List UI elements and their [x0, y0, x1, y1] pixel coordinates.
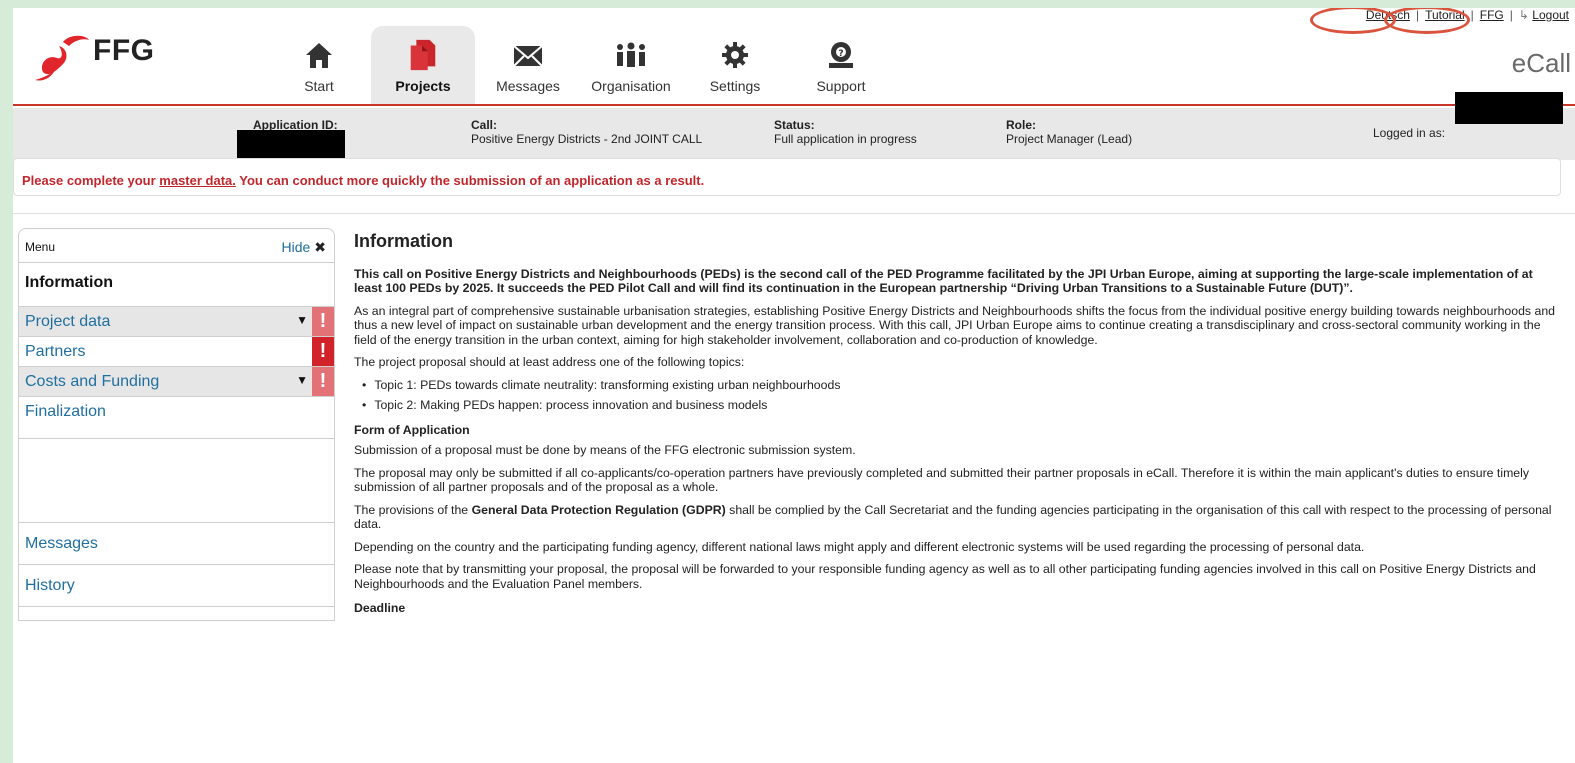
page-title: Information [354, 231, 453, 251]
nav-settings[interactable]: Settings [697, 26, 773, 104]
logo-text: FFG [93, 34, 155, 67]
sidebar-item-label: Messages [25, 535, 98, 552]
sidebar-item-information[interactable]: Information [19, 263, 334, 307]
nav-messages[interactable]: Messages [485, 26, 571, 104]
nav-messages-label: Messages [496, 78, 560, 94]
hide-label: Hide [281, 239, 311, 255]
page: FFG Start Projects Messages Organisation… [13, 8, 1575, 763]
separator: | [1470, 8, 1474, 22]
nav-support[interactable]: ? Support [801, 26, 881, 104]
hide-menu-button[interactable]: Hide ✖ [281, 239, 326, 256]
paragraph: Depending on the country and the partici… [354, 539, 1365, 554]
nav-start-label: Start [304, 78, 334, 94]
divider [13, 213, 1575, 214]
text: The provisions of the [354, 502, 472, 517]
sidebar-header: Menu Hide ✖ [19, 229, 334, 263]
svg-text:?: ? [838, 49, 843, 59]
section-heading-form: Form of Application [354, 422, 470, 437]
list-item: Topic 1: PEDs towards climate neutrality… [362, 378, 1564, 393]
projects-icon [410, 39, 436, 71]
support-icon: ? [829, 42, 853, 68]
status-value: Full application in progress [774, 132, 917, 146]
envelope-icon [513, 45, 543, 67]
paragraph: Please note that by transmitting your pr… [354, 562, 1536, 591]
nav-projects-label: Projects [395, 78, 451, 94]
call-label: Call: [471, 118, 498, 132]
gear-icon [722, 42, 748, 68]
header: FFG Start Projects Messages Organisation… [13, 8, 1575, 106]
redacted-username [1455, 92, 1563, 124]
caret-down-icon[interactable]: ▼ [296, 313, 308, 327]
sidebar-item-label: Finalization [25, 403, 106, 420]
home-icon [306, 43, 332, 68]
section-heading-deadline: Deadline [354, 601, 406, 615]
lead-paragraph: This call on Positive Energy Districts a… [354, 266, 1533, 296]
warning-icon: ! [312, 307, 334, 336]
redacted-application-id [237, 130, 345, 160]
alert-prefix: Please complete your [22, 173, 160, 188]
warning-icon: ! [312, 337, 334, 366]
application-info-bar: Application ID: Call: Positive Energy Di… [13, 92, 1575, 160]
call-value: Positive Energy Districts - 2nd JOINT CA… [471, 132, 703, 146]
paragraph: As an integral part of comprehensive sus… [354, 303, 1556, 347]
paragraph: The project proposal should at least add… [354, 355, 745, 369]
warning-icon: ! [312, 367, 334, 396]
caret-down-icon[interactable]: ▼ [296, 373, 308, 387]
sidebar-item-costs-and-funding[interactable]: Costs and Funding ▼ ! [19, 367, 334, 397]
ffg-link[interactable]: FFG [1480, 8, 1504, 22]
sidebar-item-project-data[interactable]: Project data ▼ ! [19, 307, 334, 337]
nav-support-label: Support [816, 78, 866, 94]
sidebar-item-messages[interactable]: Messages [19, 523, 334, 565]
nav-projects[interactable]: Projects [371, 26, 475, 104]
logged-in-label: Logged in as: [1373, 126, 1446, 140]
sidebar-item-label: Information [25, 274, 113, 291]
sidebar-item-history[interactable]: History [19, 565, 334, 607]
master-data-alert: Please complete your master data. You ca… [13, 158, 1561, 196]
nav-organisation[interactable]: Organisation [583, 26, 679, 104]
status-label: Status: [774, 118, 815, 132]
ffg-logo[interactable]: FFG [33, 24, 183, 84]
logout-icon: ↳ [1518, 8, 1529, 22]
logout-link[interactable]: Logout [1532, 8, 1569, 22]
sidebar-spacer [19, 439, 334, 523]
sidebar-item-label: Partners [25, 343, 86, 360]
role-value: Project Manager (Lead) [1006, 132, 1133, 146]
call-info: Call: Positive Energy Districts - 2nd JO… [471, 118, 702, 146]
paragraph: The provisions of the General Data Prote… [354, 503, 1564, 532]
sidebar-item-partners[interactable]: Partners ! [19, 337, 334, 367]
nav-organisation-label: Organisation [591, 78, 671, 94]
sidebar-item-finalization[interactable]: Finalization [19, 397, 334, 439]
paragraph: The proposal may only be submitted if al… [354, 465, 1530, 495]
sidebar-item-label: Project data [25, 313, 111, 330]
sidebar-item-label: History [25, 577, 75, 594]
nav-settings-label: Settings [709, 78, 761, 94]
app-name: eCall [1511, 48, 1571, 78]
annotation-circle-tutorial [1384, 8, 1470, 34]
close-icon: ✖ [314, 239, 326, 255]
people-icon [617, 42, 645, 67]
paragraph: Submission of a proposal must be done by… [354, 443, 856, 457]
topics-list: Topic 1: PEDs towards climate neutrality… [362, 378, 1564, 413]
master-data-link[interactable]: master data. [159, 173, 236, 188]
list-item: Topic 2: Making PEDs happen: process inn… [362, 398, 1564, 413]
role-info: Role: Project Manager (Lead) [1006, 118, 1132, 146]
menu-label: Menu [25, 240, 56, 254]
role-label: Role: [1006, 118, 1036, 132]
separator: | [1509, 8, 1513, 22]
gdpr-text: General Data Protection Regulation (GDPR… [471, 502, 726, 517]
sidebar-item-label: Costs and Funding [25, 373, 160, 390]
main-content: Information This call on Positive Energy… [354, 231, 1564, 622]
alert-suffix: You can conduct more quickly the submiss… [235, 173, 705, 188]
nav-start[interactable]: Start [279, 26, 359, 104]
status-info: Status: Full application in progress [774, 118, 917, 146]
ffg-logo-mark-icon [35, 35, 89, 81]
sidebar-menu: Menu Hide ✖ Information Project data ▼ ! … [18, 228, 335, 621]
annotation-circle-deutsch [1310, 8, 1396, 34]
